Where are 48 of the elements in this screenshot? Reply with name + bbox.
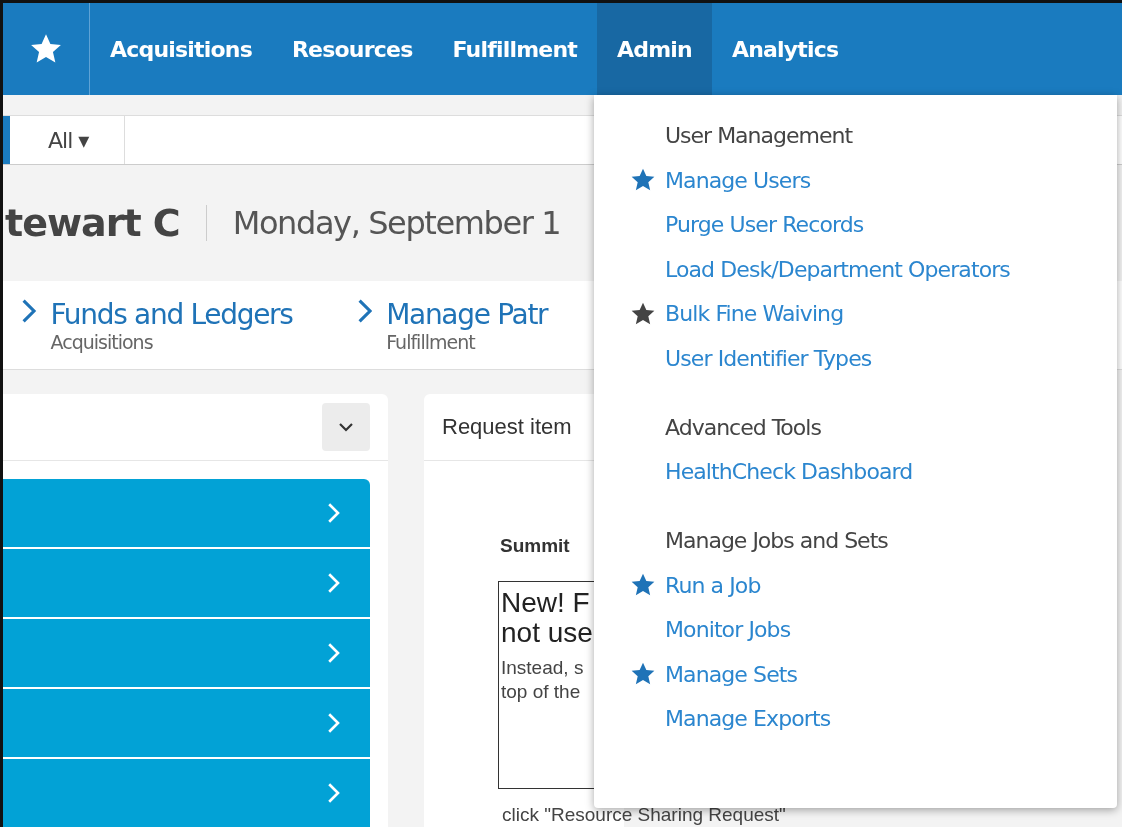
menu-link-label: Manage Sets [665, 661, 798, 687]
menu-link-label: Manage Users [665, 167, 811, 193]
nav-tab[interactable]: Acquisitions [90, 3, 272, 95]
nav-tab[interactable]: Fulfillment [432, 3, 597, 95]
accent-strip [3, 116, 10, 165]
menu-link[interactable]: HealthCheck Dashboard [628, 449, 913, 494]
chevron-down-icon [339, 422, 353, 432]
nav-tab[interactable]: Analytics [711, 3, 859, 95]
menu-link[interactable]: User Identifier Types [628, 336, 872, 381]
notice-text: top of the [501, 680, 582, 704]
favorite-link[interactable]: Funds and Ledgers Acquisitions [21, 297, 293, 353]
notice-heading: New! F [501, 588, 591, 618]
menu-section-heading: Manage Jobs and Sets [665, 528, 889, 553]
nav-tab[interactable]: Resources [272, 3, 433, 95]
menu-link[interactable]: Manage Sets [628, 652, 798, 697]
date-text: Monday, September 1 [232, 204, 561, 243]
menu-link-label: Run a Job [665, 572, 761, 598]
chevron-right-icon [356, 297, 373, 324]
notice-heading: not use [501, 618, 594, 648]
menu-link[interactable]: Manage Users [628, 158, 811, 203]
menu-link[interactable]: Bulk Fine Waiving [628, 291, 844, 336]
menu-link-label: Load Desk/Department Operators [665, 256, 1010, 282]
nav-tab[interactable]: Admin [597, 3, 712, 95]
menu-link[interactable]: Purge User Records [628, 202, 864, 247]
chevron-right-icon [21, 297, 37, 324]
widget-subtitle: Summit [500, 535, 571, 557]
menu-link-label: Purge User Records [665, 212, 864, 238]
chevron-right-icon [326, 572, 340, 594]
menu-link[interactable]: Monitor Jobs [628, 607, 791, 652]
favorite-link[interactable]: Manage Patr Fulfillment [356, 297, 548, 353]
menu-link[interactable]: Load Desk/Department Operators [628, 247, 1010, 292]
chevron-right-icon [326, 712, 340, 734]
menu-link[interactable]: Manage Exports [628, 696, 831, 741]
menu-link-label: Bulk Fine Waiving [665, 301, 844, 327]
user-name: tewart C [5, 201, 180, 246]
chevron-right-icon [326, 502, 340, 524]
menu-link-label: Monitor Jobs [665, 617, 791, 643]
menu-section-heading: Advanced Tools [665, 414, 822, 440]
widget-title: Request item [442, 414, 572, 440]
notice-text: click "Resource Sharing Request" [502, 803, 786, 827]
menu-section-heading: User Management [665, 123, 854, 148]
notice-text: Instead, s [501, 656, 585, 680]
menu-link-label: User Identifier Types [665, 345, 872, 371]
menu-link-label: HealthCheck Dashboard [665, 459, 913, 485]
chevron-right-icon [326, 642, 340, 664]
menu-link[interactable]: Run a Job [628, 563, 761, 608]
chevron-right-icon [326, 782, 340, 804]
menu-link-label: Manage Exports [665, 706, 831, 732]
